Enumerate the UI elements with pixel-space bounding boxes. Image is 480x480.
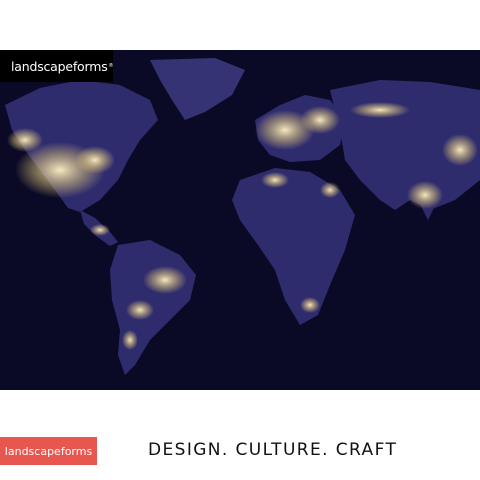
world-map-graphic	[0, 50, 480, 390]
tagline: DESIGN. CULTURE. CRAFT	[148, 440, 398, 460]
world-night-lights-image	[0, 50, 480, 390]
brand-logo-bottom-text: landscapeforms	[4, 444, 93, 458]
brand-logo-top[interactable]: landscapeforms ®	[0, 50, 114, 82]
registered-mark: ®	[108, 63, 114, 69]
top-whitespace	[0, 0, 480, 50]
brand-logo-top-text: landscapeforms	[11, 58, 108, 74]
footer-band	[0, 390, 480, 480]
brand-logo-bottom[interactable]: landscapeforms	[0, 437, 97, 465]
